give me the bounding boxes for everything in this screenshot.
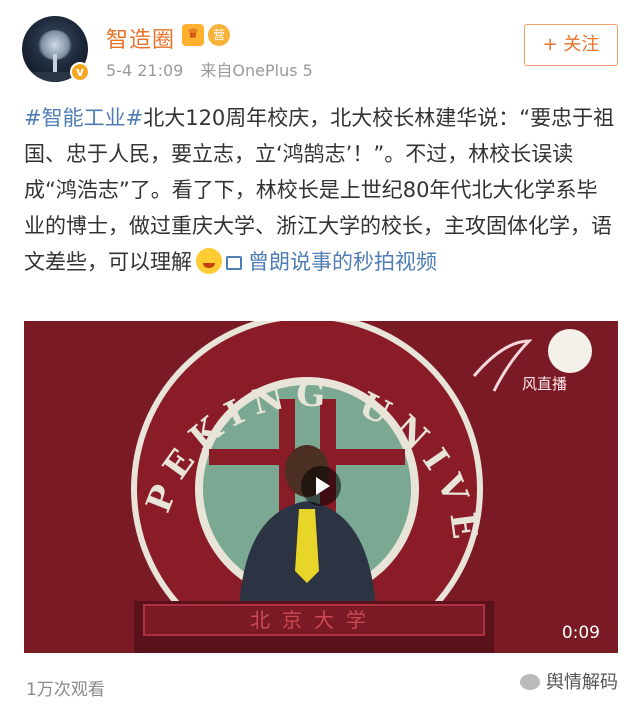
level-badge: 营 [208, 24, 230, 46]
video-link[interactable]: 曾朗说事的秒拍视频 [226, 250, 437, 274]
video-player[interactable]: PEKING UNIVERSITY 北京大学 风直播 0:09 [24, 321, 618, 653]
follow-button[interactable]: + 关注 [524, 24, 618, 66]
footer-brand-label: 舆情解码 [546, 672, 618, 693]
watermark-label: 风直播 [522, 375, 568, 393]
wechat-icon [520, 674, 540, 690]
video-link-label: 曾朗说事的秒拍视频 [248, 250, 437, 274]
post-source: 来自OnePlus 5 [200, 61, 313, 80]
footer-brand: 舆情解码 [520, 668, 618, 694]
video-duration: 0:09 [561, 623, 600, 643]
video-link-icon [226, 256, 242, 270]
crown-icon: ♛ [182, 24, 204, 46]
post-meta: 5-4 21:09 来自OnePlus 5 [106, 57, 325, 81]
podium-text: 北京大学 [250, 608, 378, 632]
hashtag-link[interactable]: #智能工业# [24, 106, 143, 130]
post-body: 北大120周年校庆，北大校长林建华说：“要忠于祖国、忠于人民，要立志，立‘鸿鹄志… [24, 106, 615, 274]
play-icon[interactable] [301, 466, 341, 506]
verified-icon: v [70, 62, 90, 82]
post-content: #智能工业#北大120周年校庆，北大校长林建华说：“要忠于祖国、忠于人民，要立志… [24, 100, 618, 280]
laughing-emoji-icon [196, 248, 222, 274]
username[interactable]: 智造圈 [106, 22, 175, 54]
post-header: v 智造圈 ♛ 营 5-4 21:09 来自OnePlus 5 + 关注 [0, 0, 640, 95]
view-count: 1万次观看 [26, 680, 105, 700]
post-date: 5-4 21:09 [106, 61, 184, 80]
